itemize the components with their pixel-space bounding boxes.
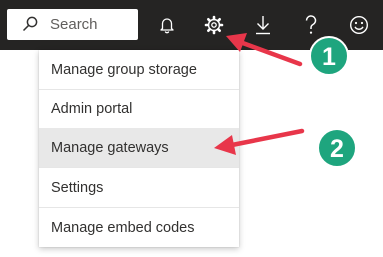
step-1-number: 1	[322, 43, 336, 71]
step-2-number: 2	[330, 135, 344, 163]
arrow-to-manage-gateways	[214, 128, 305, 155]
step-2-badge: 2	[317, 128, 357, 168]
step-1-badge: 1	[309, 36, 349, 76]
annotation-layer: 1 2	[214, 33, 357, 168]
arrow-to-settings	[226, 33, 303, 67]
